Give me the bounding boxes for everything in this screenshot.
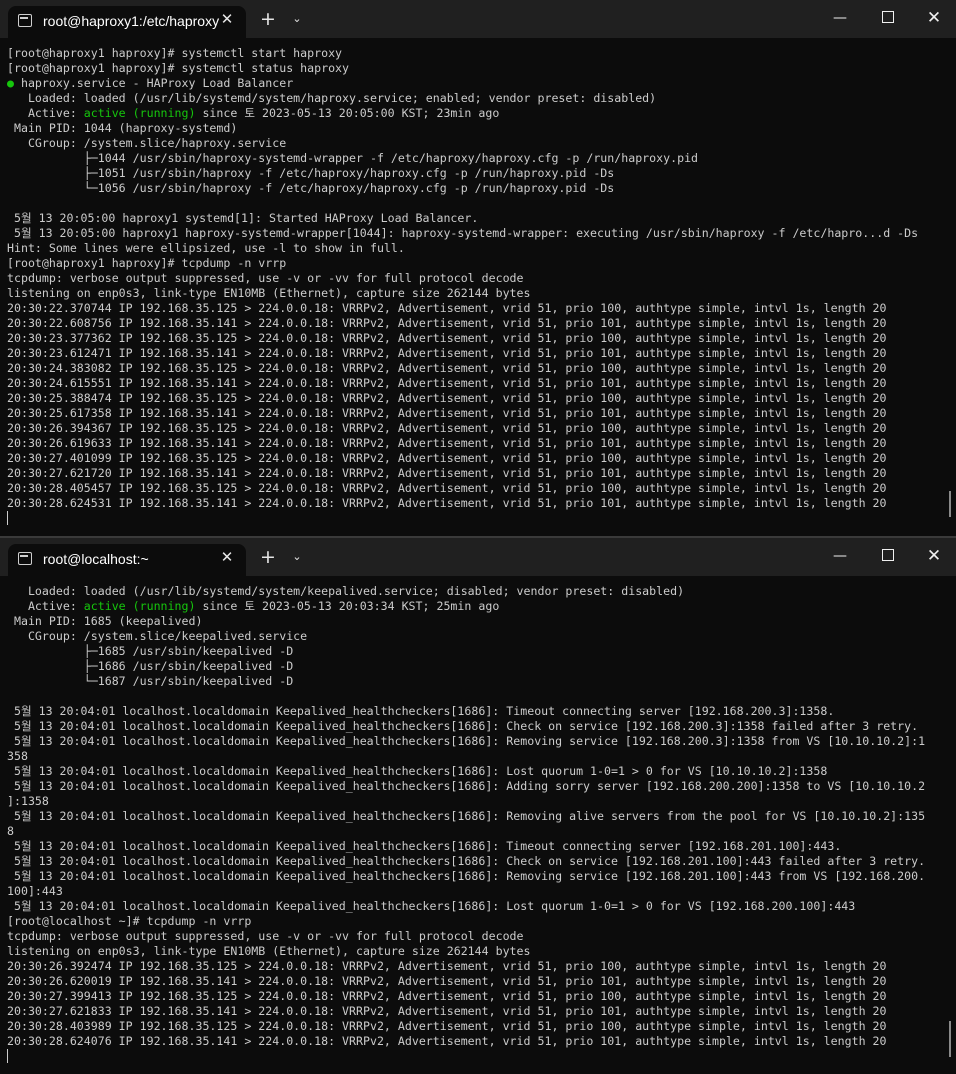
terminal-line: listening on enp0s3, link-type EN10MB (E… [7,944,531,958]
terminal-line: 5월 13 20:04:01 localhost.localdomain Kee… [7,719,919,733]
terminal-line: 20:30:25.617358 IP 192.168.35.141 > 224.… [7,406,887,420]
text-cursor [7,511,8,525]
terminal-line: 20:30:28.403989 IP 192.168.35.125 > 224.… [7,1019,887,1033]
text-cursor [7,1049,8,1063]
terminal-window-localhost: root@localhost:~ ✕ + ⌄ — ✕ Loaded: loade… [0,538,956,1074]
terminal-line: 5월 13 20:04:01 localhost.localdomain Kee… [7,809,926,823]
terminal-line: 5월 13 20:05:00 haproxy1 systemd[1]: Star… [7,211,479,225]
maximize-icon[interactable] [874,543,902,569]
terminal-line: CGroup: /system.slice/keepalived.service [7,629,308,643]
terminal-line: [root@localhost ~]# tcpdump -n vrrp [7,914,252,928]
terminal-line: └─1687 /usr/sbin/keepalived -D [7,674,294,688]
terminal-line: 20:30:26.394367 IP 192.168.35.125 > 224.… [7,421,887,435]
scrollbar[interactable] [949,491,951,517]
plus-icon[interactable]: + [258,9,278,29]
terminal-line: 20:30:26.620019 IP 192.168.35.141 > 224.… [7,974,887,988]
terminal-line: 20:30:26.392474 IP 192.168.35.125 > 224.… [7,959,887,973]
terminal-line: 20:30:27.621720 IP 192.168.35.141 > 224.… [7,466,887,480]
terminal-line: 5월 13 20:04:01 localhost.localdomain Kee… [7,734,926,748]
terminal-icon [18,552,32,565]
terminal-line: 100]:443 [7,884,63,898]
minimize-icon[interactable]: — [826,5,854,31]
terminal-line: 20:30:28.624531 IP 192.168.35.141 > 224.… [7,496,887,510]
plus-icon[interactable]: + [258,547,278,567]
terminal-line: 20:30:24.615551 IP 192.168.35.141 > 224.… [7,376,887,390]
terminal-line: [root@haproxy1 haproxy]# tcpdump -n vrrp [7,256,287,270]
terminal-output[interactable]: [root@haproxy1 haproxy]# systemctl start… [7,46,948,526]
terminal-line: 358 [7,749,28,763]
terminal-line: [root@haproxy1 haproxy]# systemctl start… [7,46,343,60]
terminal-line: tcpdump: verbose output suppressed, use … [7,929,524,943]
tab-title: root@localhost:~ [43,551,149,567]
terminal-line: 5월 13 20:05:00 haproxy1 haproxy-systemd-… [7,226,919,240]
terminal-line: 5월 13 20:04:01 localhost.localdomain Kee… [7,704,835,718]
terminal-line: 5월 13 20:04:01 localhost.localdomain Kee… [7,899,856,913]
terminal-line: 20:30:22.370744 IP 192.168.35.125 > 224.… [7,301,887,315]
terminal-line: ├─1685 /usr/sbin/keepalived -D [7,644,294,658]
terminal-line: 5월 13 20:04:01 localhost.localdomain Kee… [7,779,926,793]
terminal-line: ├─1044 /usr/sbin/haproxy-systemd-wrapper… [7,151,699,165]
terminal-line: CGroup: /system.slice/haproxy.service [7,136,287,150]
terminal-line: [root@haproxy1 haproxy]# systemctl statu… [7,61,350,75]
maximize-icon[interactable] [874,5,902,31]
terminal-line: ● haproxy.service - HAProxy Load Balance… [7,76,294,90]
title-bar: root@localhost:~ ✕ + ⌄ — ✕ [0,538,956,576]
terminal-line: └─1056 /usr/sbin/haproxy -f /etc/haproxy… [7,181,615,195]
terminal-line: Loaded: loaded (/usr/lib/systemd/system/… [7,91,657,105]
chevron-down-icon[interactable]: ⌄ [288,548,306,566]
terminal-output[interactable]: Loaded: loaded (/usr/lib/systemd/system/… [7,584,948,1064]
tab-haproxy[interactable]: root@haproxy1:/etc/haproxy ✕ [8,6,246,38]
terminal-line: 20:30:25.388474 IP 192.168.35.125 > 224.… [7,391,887,405]
terminal-line: Main PID: 1044 (haproxy-systemd) [7,121,238,135]
terminal-line: 5월 13 20:04:01 localhost.localdomain Kee… [7,839,842,853]
terminal-line: 20:30:26.619633 IP 192.168.35.141 > 224.… [7,436,887,450]
terminal-line: Active: active (running) since 토 2023-05… [7,106,500,120]
minimize-icon[interactable]: — [826,543,854,569]
prompt-line[interactable] [7,511,948,526]
tab-title: root@haproxy1:/etc/haproxy [43,13,220,29]
terminal-line: 20:30:22.608756 IP 192.168.35.141 > 224.… [7,316,887,330]
terminal-line: 20:30:27.399413 IP 192.168.35.125 > 224.… [7,989,887,1003]
terminal-line: 20:30:24.383082 IP 192.168.35.125 > 224.… [7,361,887,375]
terminal-line: ├─1051 /usr/sbin/haproxy -f /etc/haproxy… [7,166,615,180]
terminal-line: 20:30:23.612471 IP 192.168.35.141 > 224.… [7,346,887,360]
title-bar: root@haproxy1:/etc/haproxy ✕ + ⌄ — ✕ [0,0,956,38]
terminal-line: listening on enp0s3, link-type EN10MB (E… [7,286,531,300]
close-window-icon[interactable]: ✕ [920,5,948,31]
terminal-line: 20:30:28.405457 IP 192.168.35.125 > 224.… [7,481,887,495]
terminal-line: 5월 13 20:04:01 localhost.localdomain Kee… [7,854,926,868]
prompt-line[interactable] [7,1049,948,1064]
close-window-icon[interactable]: ✕ [920,543,948,569]
terminal-line: 20:30:27.621833 IP 192.168.35.141 > 224.… [7,1004,887,1018]
tab-localhost[interactable]: root@localhost:~ ✕ [8,544,246,576]
terminal-line: Hint: Some lines were ellipsized, use -l… [7,241,405,255]
terminal-icon [18,14,32,27]
terminal-line: ├─1686 /usr/sbin/keepalived -D [7,659,294,673]
terminal-line: 5월 13 20:04:01 localhost.localdomain Kee… [7,764,828,778]
terminal-line: tcpdump: verbose output suppressed, use … [7,271,524,285]
close-icon[interactable]: ✕ [218,10,236,28]
terminal-window-haproxy: root@haproxy1:/etc/haproxy ✕ + ⌄ — ✕ [ro… [0,0,956,537]
scrollbar[interactable] [949,1021,951,1057]
terminal-line: ]:1358 [7,794,49,808]
terminal-line: Main PID: 1685 (keepalived) [7,614,203,628]
terminal-line: 20:30:27.401099 IP 192.168.35.125 > 224.… [7,451,887,465]
close-icon[interactable]: ✕ [218,548,236,566]
terminal-line: 20:30:23.377362 IP 192.168.35.125 > 224.… [7,331,887,345]
terminal-line: 20:30:28.624076 IP 192.168.35.141 > 224.… [7,1034,887,1048]
chevron-down-icon[interactable]: ⌄ [288,10,306,28]
terminal-line: 5월 13 20:04:01 localhost.localdomain Kee… [7,869,926,883]
terminal-line: Loaded: loaded (/usr/lib/systemd/system/… [7,584,685,598]
terminal-line: 8 [7,824,14,838]
terminal-line: Active: active (running) since 토 2023-05… [7,599,500,613]
